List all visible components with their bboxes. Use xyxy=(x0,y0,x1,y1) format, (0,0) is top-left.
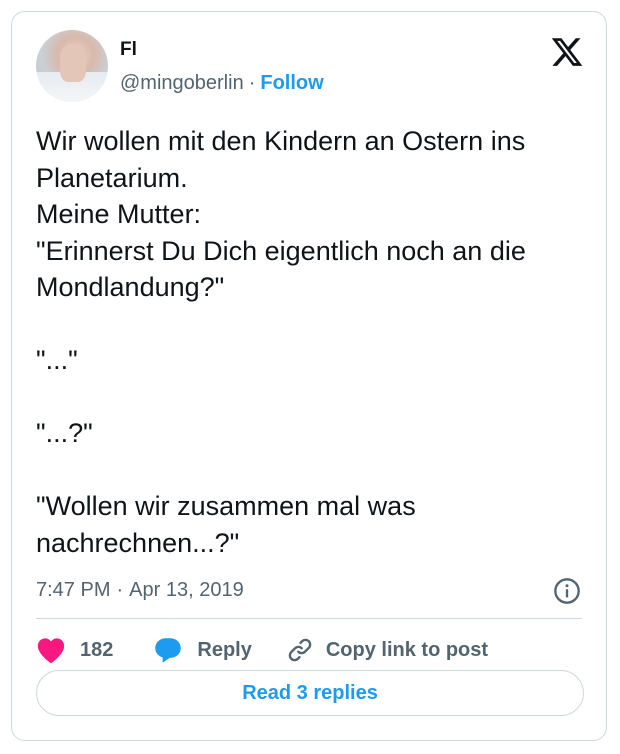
tweet-time: 7:47 PM xyxy=(36,579,111,601)
author-handle-row: @mingoberlin · Follow xyxy=(120,72,324,95)
avatar[interactable] xyxy=(36,30,108,102)
tweet-date: Apr 13, 2019 xyxy=(129,579,244,601)
tweet-timestamp[interactable]: 7:47 PM · Apr 13, 2019 xyxy=(36,579,244,602)
copy-link-label: Copy link to post xyxy=(325,638,489,661)
speech-bubble-icon xyxy=(155,638,182,663)
like-button[interactable]: 182 xyxy=(36,636,153,664)
reply-label: Reply xyxy=(197,638,252,661)
timestamp-separator: · xyxy=(116,579,124,601)
avatar-neck xyxy=(60,44,86,82)
author-name[interactable]: Fl xyxy=(120,39,137,61)
copy-link-button[interactable]: Copy link to post xyxy=(286,636,488,664)
action-bar: 182 Reply Copy link to post xyxy=(36,632,488,668)
read-replies-button[interactable]: Read 3 replies xyxy=(36,670,584,716)
reply-button[interactable]: Reply xyxy=(153,636,285,664)
tweet-card: Fl @mingoberlin · Follow Wir wollen mit de… xyxy=(11,11,607,741)
x-logo-icon[interactable] xyxy=(549,35,585,69)
tweet-text: Wir wollen mit den Kindern an Ostern ins… xyxy=(36,126,526,558)
divider xyxy=(36,618,582,619)
handle-separator: · xyxy=(248,72,256,94)
link-icon xyxy=(288,638,312,662)
info-icon[interactable] xyxy=(553,577,581,605)
follow-button[interactable]: Follow xyxy=(260,72,323,94)
heart-icon xyxy=(37,638,65,664)
author-handle[interactable]: @mingoberlin xyxy=(120,72,244,94)
like-count: 182 xyxy=(80,638,114,661)
